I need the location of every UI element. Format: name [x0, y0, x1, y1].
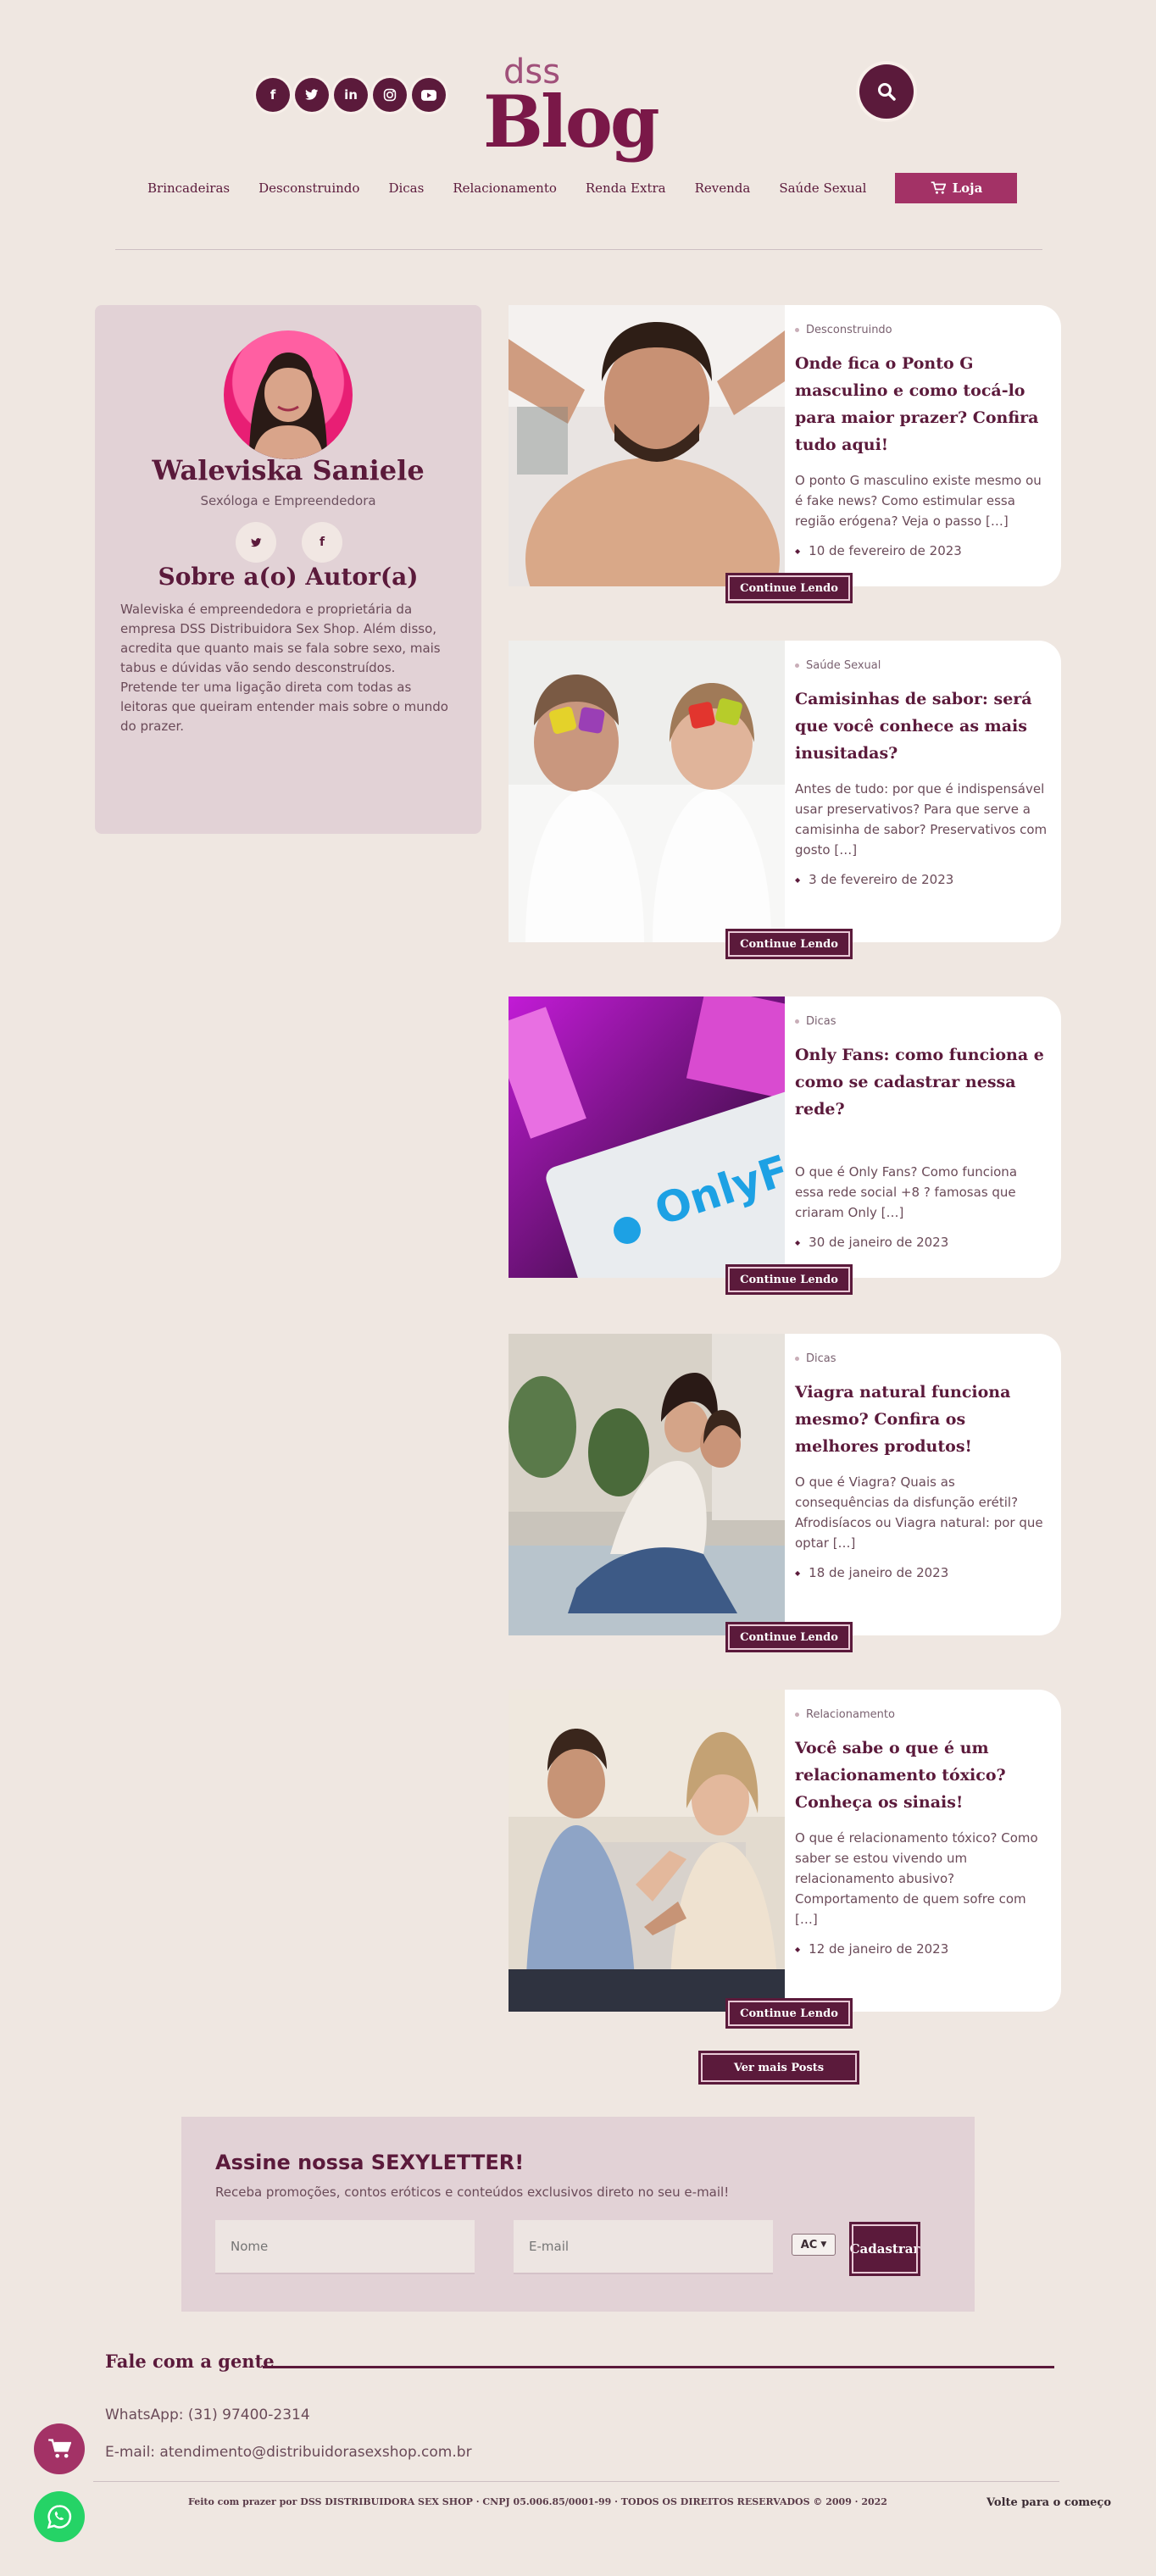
search-button[interactable] — [859, 64, 914, 119]
nav-item-brincadeiras[interactable]: Brincadeiras — [147, 180, 230, 196]
nav-item-revenda[interactable]: Revenda — [695, 180, 751, 196]
author-role: Sexóloga e Empreendedora — [200, 493, 376, 508]
author-twitter-icon[interactable] — [236, 522, 276, 563]
about-title: Sobre a(o) Autor(a) — [158, 563, 419, 591]
post-excerpt: O que é relacionamento tóxico? Como sabe… — [795, 1830, 1038, 1927]
author-avatar — [224, 330, 353, 459]
youtube-icon[interactable] — [412, 78, 446, 112]
post-image[interactable] — [509, 305, 785, 586]
contact-title: Fale com a gente — [105, 2351, 275, 2372]
newsletter: Assine nossa SEXYLETTER! Receba promoçõe… — [181, 2117, 975, 2312]
chevron-down-icon: ▼ — [820, 2240, 827, 2249]
shop-button[interactable]: Loja — [895, 173, 1018, 203]
post-excerpt: Antes de tudo: por que é indispensável u… — [795, 781, 1048, 858]
email-contact[interactable]: E-mail: atendimento@distribuidorasexshop… — [105, 2444, 472, 2461]
logo-big-text: Blog — [483, 80, 660, 164]
nav-item-relacionamento[interactable]: Relacionamento — [453, 180, 557, 196]
contact-divider — [263, 2366, 1054, 2368]
cart-icon — [931, 181, 946, 194]
post-title[interactable]: Você sabe o que é um relacionamento tóxi… — [795, 1735, 1049, 1816]
shop-label: Loja — [952, 180, 983, 196]
post-date: 18 de janeiro de 2023 — [795, 1565, 1049, 1580]
search-icon — [878, 83, 896, 101]
post-date: 3 de fevereiro de 2023 — [795, 872, 1049, 887]
post-title[interactable]: Viagra natural funciona mesmo? Confira o… — [795, 1379, 1049, 1460]
post-excerpt: O que é Viagra? Quais as consequências d… — [795, 1474, 1043, 1551]
footer-divider — [93, 2481, 1059, 2482]
post-title[interactable]: Only Fans: como funciona e como se cadas… — [795, 1041, 1049, 1123]
post-image[interactable] — [509, 1690, 785, 2012]
author-name: Waleviska Saniele — [152, 454, 425, 486]
blog-logo[interactable]: dss Blog — [483, 53, 661, 164]
post-excerpt: O que é Only Fans? Como funciona essa re… — [795, 1164, 1018, 1220]
continue-reading-button[interactable]: Continue Lendo — [725, 1264, 853, 1295]
nav-item-dicas[interactable]: Dicas — [388, 180, 424, 196]
continue-reading-button[interactable]: Continue Lendo — [725, 1998, 853, 2029]
whatsapp-contact[interactable]: WhatsApp: (31) 97400-2314 — [105, 2407, 310, 2423]
cart-icon — [48, 2439, 71, 2458]
newsletter-title: Assine nossa SEXYLETTER! — [215, 2151, 525, 2174]
post-body: Dicas Viagra natural funciona mesmo? Con… — [795, 1352, 1049, 1580]
post-title[interactable]: Onde fica o Ponto G masculino e como toc… — [795, 350, 1049, 458]
floating-cart-button[interactable] — [34, 2423, 85, 2474]
footer-copyright: Feito com prazer por DSS DISTRIBUIDORA S… — [188, 2496, 887, 2507]
subscribe-button[interactable]: Cadastrar — [849, 2222, 920, 2276]
continue-reading-button[interactable]: Continue Lendo — [725, 929, 853, 959]
about-text: Waleviska é empreendedora e proprietária… — [120, 602, 448, 734]
nav-item-renda-extra[interactable]: Renda Extra — [586, 180, 666, 196]
post-card: OnlyFa Dicas Only Fans: como funciona e … — [509, 997, 1061, 1295]
post-image[interactable] — [509, 1334, 785, 1635]
nav-item-saude-sexual[interactable]: Saúde Sexual — [779, 180, 866, 196]
post-category[interactable]: Dicas — [795, 1015, 1049, 1028]
more-posts-button[interactable]: Ver mais Posts — [698, 2051, 859, 2085]
post-body: Dicas Only Fans: como funciona e como se… — [795, 1015, 1049, 1250]
post-category[interactable]: Dicas — [795, 1352, 1049, 1365]
post-category[interactable]: Desconstruindo — [795, 324, 1049, 336]
post-category[interactable]: Relacionamento — [795, 1708, 1049, 1721]
name-input[interactable] — [215, 2220, 475, 2274]
author-facebook-icon[interactable]: f — [302, 522, 342, 563]
whatsapp-icon — [47, 2505, 72, 2529]
post-card: Desconstruindo Onde fica o Ponto G mascu… — [509, 305, 1061, 603]
email-input[interactable] — [514, 2220, 773, 2274]
state-select[interactable]: AC ▼ — [792, 2234, 836, 2256]
whatsapp-floating-button[interactable] — [34, 2491, 85, 2542]
post-card: Dicas Viagra natural funciona mesmo? Con… — [509, 1334, 1061, 1652]
header-divider — [115, 249, 1042, 250]
post-body: Desconstruindo Onde fica o Ponto G mascu… — [795, 324, 1049, 558]
twitter-icon[interactable] — [295, 78, 329, 112]
instagram-icon[interactable] — [373, 78, 407, 112]
post-card: Saúde Sexual Camisinhas de sabor: será q… — [509, 641, 1061, 959]
newsletter-subtitle: Receba promoções, contos eróticos e cont… — [215, 2185, 730, 2200]
post-date: 30 de janeiro de 2023 — [795, 1235, 1049, 1250]
main-nav: Brincadeiras Desconstruindo Dicas Relaci… — [147, 173, 1018, 203]
continue-reading-button[interactable]: Continue Lendo — [725, 1622, 853, 1652]
post-title[interactable]: Camisinhas de sabor: será que você conhe… — [795, 686, 1049, 767]
post-image[interactable] — [509, 641, 785, 942]
linkedin-icon[interactable]: in — [334, 78, 368, 112]
facebook-icon[interactable]: f — [256, 78, 290, 112]
post-date: 10 de fevereiro de 2023 — [795, 543, 1049, 558]
post-body: Saúde Sexual Camisinhas de sabor: será q… — [795, 659, 1049, 887]
nav-item-desconstruindo[interactable]: Desconstruindo — [258, 180, 359, 196]
post-image[interactable]: OnlyFa — [509, 997, 785, 1278]
post-body: Relacionamento Você sabe o que é um rela… — [795, 1708, 1049, 1957]
social-links: f in — [256, 78, 446, 112]
state-select-value: AC — [800, 2238, 818, 2251]
post-date: 12 de janeiro de 2023 — [795, 1941, 1049, 1957]
post-category[interactable]: Saúde Sexual — [795, 659, 1049, 672]
author-card: Waleviska Saniele Sexóloga e Empreendedo… — [95, 305, 481, 834]
continue-reading-button[interactable]: Continue Lendo — [725, 573, 853, 603]
back-to-top-link[interactable]: Volte para o começo — [986, 2496, 1111, 2509]
post-excerpt: O ponto G masculino existe mesmo ou é fa… — [795, 473, 1042, 529]
post-card: Relacionamento Você sabe o que é um rela… — [509, 1690, 1061, 2029]
